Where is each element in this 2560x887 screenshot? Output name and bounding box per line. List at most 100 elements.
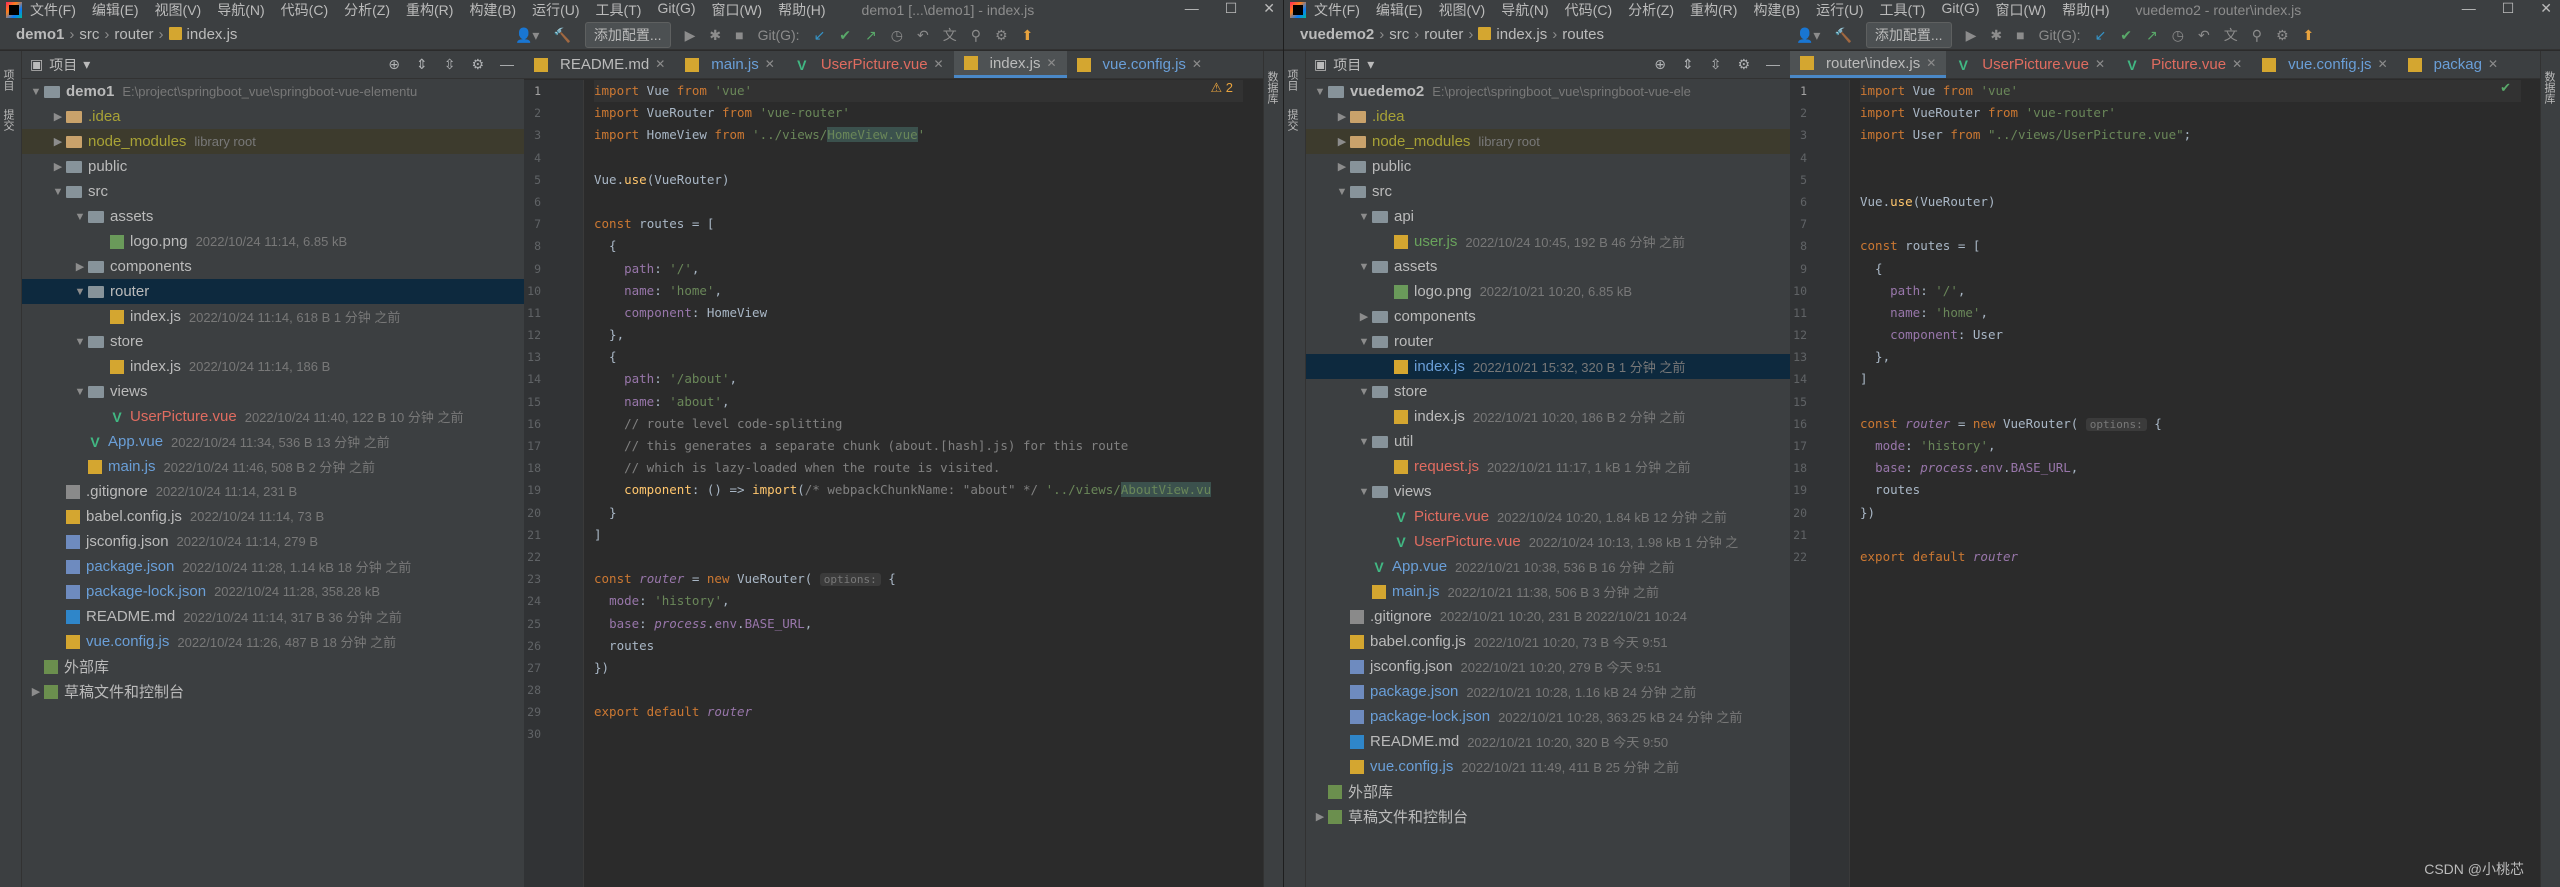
menu-item[interactable]: 运行(U)	[532, 0, 579, 20]
stop-icon[interactable]: ■	[735, 27, 743, 43]
tree-row[interactable]: README.md 2022/10/24 11:14, 317 B 36 分钟 之…	[22, 604, 524, 629]
tree-row[interactable]: README.md 2022/10/21 10:20, 320 B 今天 9:50	[1306, 729, 1790, 754]
git-commit-icon[interactable]: ✔	[2120, 27, 2132, 44]
warning-indicator[interactable]: ⚠ 2	[1211, 80, 1234, 96]
history-icon[interactable]: ◷	[2172, 27, 2184, 44]
menu-item[interactable]: 导航(N)	[1501, 0, 1548, 20]
tree-row[interactable]: ▼ store	[1306, 379, 1790, 404]
collapse-arrow-icon[interactable]: ▶	[50, 160, 66, 173]
close-tab-icon[interactable]: ✕	[1192, 51, 1202, 78]
maximize-icon[interactable]: ☐	[2502, 0, 2515, 17]
collapse-arrow-icon[interactable]: ▶	[50, 135, 66, 148]
menu-item[interactable]: 分析(Z)	[344, 0, 390, 20]
tree-row[interactable]: ▶ public	[1306, 154, 1790, 179]
tree-row[interactable]: ▶ components	[1306, 304, 1790, 329]
tree-row[interactable]: ▼ router	[22, 279, 524, 304]
menu-item[interactable]: 编辑(E)	[1376, 0, 1423, 20]
tree-row[interactable]: index.js 2022/10/24 11:14, 618 B 1 分钟 之前	[22, 304, 524, 329]
maximize-icon[interactable]: ☐	[1225, 0, 1238, 17]
git-commit-icon[interactable]: ✔	[839, 27, 851, 44]
locate-icon[interactable]: ⊕	[388, 56, 400, 73]
collapse-arrow-icon[interactable]: ▶	[1356, 310, 1372, 323]
build-hammer-icon[interactable]: 🔨	[553, 27, 570, 44]
breadcrumb-src[interactable]: src	[1389, 26, 1409, 43]
breadcrumb-router[interactable]: router	[114, 26, 153, 43]
editor-tab[interactable]: main.js ✕	[675, 51, 785, 78]
tree-row[interactable]: jsconfig.json 2022/10/21 10:20, 279 B 今天 …	[1306, 654, 1790, 679]
tree-row[interactable]: user.js 2022/10/24 10:45, 192 B 46 分钟 之前	[1306, 229, 1790, 254]
collapse-arrow-icon[interactable]: ▶	[72, 260, 88, 273]
expand-arrow-icon[interactable]: ▼	[1312, 86, 1328, 98]
tree-row[interactable]: ▼ util	[1306, 429, 1790, 454]
menu-item[interactable]: 文件(F)	[1314, 0, 1360, 20]
tree-row[interactable]: package.json 2022/10/24 11:28, 1.14 kB 18…	[22, 554, 524, 579]
tree-row[interactable]: request.js 2022/10/21 11:17, 1 kB 1 分钟 之前	[1306, 454, 1790, 479]
tree-row[interactable]: package.json 2022/10/21 10:28, 1.16 kB 24…	[1306, 679, 1790, 704]
tree-row[interactable]: ▶ 草稿文件和控制台	[1306, 804, 1790, 829]
tree-row[interactable]: V Picture.vue 2022/10/24 10:20, 1.84 kB 12…	[1306, 504, 1790, 529]
tree-row[interactable]: ▶ node_modules library root	[22, 129, 524, 154]
expand-arrow-icon[interactable]: ▼	[1356, 386, 1372, 398]
collapse-arrow-icon[interactable]: ▶	[50, 110, 66, 123]
expand-arrow-icon[interactable]: ▼	[1356, 336, 1372, 348]
tree-row[interactable]: logo.png 2022/10/24 11:14, 6.85 kB	[22, 229, 524, 254]
menu-item[interactable]: 窗口(W)	[1996, 0, 2047, 20]
tree-row[interactable]: V UserPicture.vue 2022/10/24 10:13, 1.98 k…	[1306, 529, 1790, 554]
editor-tab[interactable]: vue.config.js ✕	[1067, 51, 1212, 78]
update-icon[interactable]: ⬆	[2303, 27, 2315, 44]
hide-icon[interactable]: —	[1766, 56, 1780, 73]
tree-row[interactable]: babel.config.js 2022/10/24 11:14, 73 B	[22, 504, 524, 529]
editor-tab[interactable]: vue.config.js ✕	[2252, 51, 2397, 78]
menu-item[interactable]: Git(G)	[657, 0, 695, 20]
close-tab-icon[interactable]: ✕	[1926, 51, 1936, 77]
gear-icon[interactable]: ⚙	[1737, 56, 1750, 73]
tree-row[interactable]: main.js 2022/10/21 11:38, 506 B 3 分钟 之前	[1306, 579, 1790, 604]
tree-row[interactable]: index.js 2022/10/24 11:14, 186 B	[22, 354, 524, 379]
rollback-icon[interactable]: ↶	[2198, 27, 2210, 44]
database-tool-tab[interactable]: 数据库	[1264, 71, 1280, 104]
editor-tab[interactable]: V Picture.vue ✕	[2115, 51, 2252, 78]
rollback-icon[interactable]: ↶	[917, 27, 929, 44]
tree-row[interactable]: jsconfig.json 2022/10/24 11:14, 279 B	[22, 529, 524, 554]
menu-item[interactable]: 运行(U)	[1816, 0, 1863, 20]
close-tab-icon[interactable]: ✕	[934, 51, 944, 78]
git-update-icon[interactable]: ↙	[2095, 27, 2107, 44]
tree-row[interactable]: V App.vue 2022/10/21 10:38, 536 B 16 分钟 之前	[1306, 554, 1790, 579]
expand-arrow-icon[interactable]: ▼	[1356, 436, 1372, 448]
project-tool-tab[interactable]: 项目	[1284, 69, 1300, 91]
collapse-arrow-icon[interactable]: ▶	[1334, 135, 1350, 148]
tree-row[interactable]: ▼ store	[22, 329, 524, 354]
git-update-icon[interactable]: ↙	[814, 27, 826, 44]
menu-item[interactable]: 重构(R)	[406, 0, 453, 20]
inspection-ok-indicator[interactable]: ✔	[2500, 80, 2511, 96]
tree-row[interactable]: index.js 2022/10/21 15:32, 320 B 1 分钟 之前	[1306, 354, 1790, 379]
menu-item[interactable]: 帮助(H)	[2062, 0, 2109, 20]
minimize-icon[interactable]: —	[2462, 0, 2476, 17]
close-tab-icon[interactable]: ✕	[2378, 51, 2388, 78]
project-panel-title[interactable]: 项目	[1333, 55, 1361, 75]
tree-row[interactable]: .gitignore 2022/10/24 11:14, 231 B	[22, 479, 524, 504]
minimize-icon[interactable]: —	[1185, 0, 1199, 17]
history-icon[interactable]: ◷	[891, 27, 903, 44]
menu-item[interactable]: 代码(C)	[281, 0, 328, 20]
breadcrumb-src[interactable]: src	[79, 26, 99, 43]
tree-row[interactable]: ▼ api	[1306, 204, 1790, 229]
database-tool-tab[interactable]: 数据库	[2541, 71, 2557, 104]
breadcrumb-symbol[interactable]: routes	[1562, 26, 1604, 43]
editor-tab[interactable]: index.js ✕	[953, 51, 1067, 78]
close-tab-icon[interactable]: ✕	[655, 51, 665, 78]
expand-arrow-icon[interactable]: ▼	[72, 211, 88, 223]
tree-row[interactable]: package-lock.json 2022/10/21 10:28, 363.2…	[1306, 704, 1790, 729]
menu-item[interactable]: 构建(B)	[469, 0, 516, 20]
collapse-arrow-icon[interactable]: ▶	[1334, 110, 1350, 123]
tree-row[interactable]: main.js 2022/10/24 11:46, 508 B 2 分钟 之前	[22, 454, 524, 479]
menu-item[interactable]: 文件(F)	[30, 0, 76, 20]
tree-row[interactable]: V App.vue 2022/10/24 11:34, 536 B 13 分钟 之前	[22, 429, 524, 454]
expand-arrow-icon[interactable]: ▼	[72, 386, 88, 398]
close-tab-icon[interactable]: ✕	[765, 51, 775, 78]
expand-arrow-icon[interactable]: ▼	[50, 186, 66, 198]
menu-item[interactable]: Git(G)	[1941, 0, 1979, 20]
project-tool-tab[interactable]: 项目	[0, 69, 16, 91]
close-icon[interactable]: ✕	[2540, 0, 2552, 17]
menu-item[interactable]: 帮助(H)	[778, 0, 825, 20]
